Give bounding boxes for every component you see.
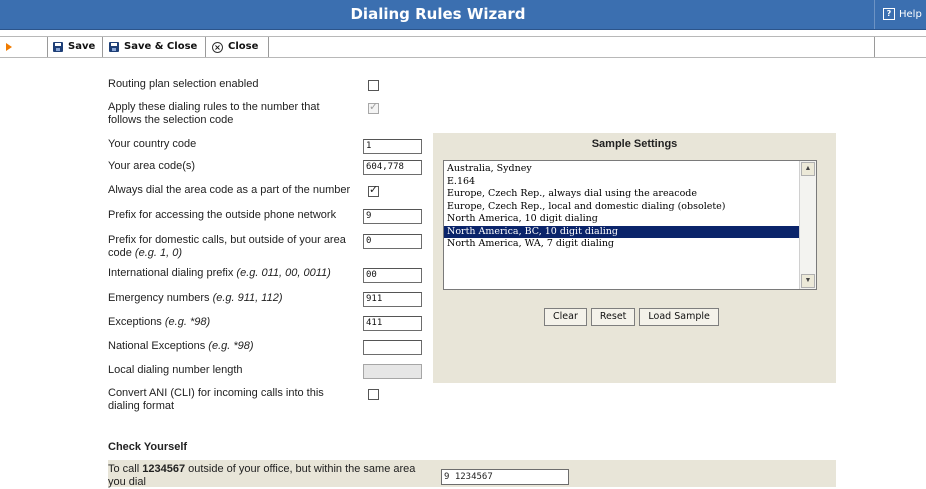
always-dial-area-checkbox[interactable]: ✓ (368, 184, 379, 197)
list-item[interactable]: North America, WA, 7 digit dialing (444, 238, 808, 251)
floppy-disk-icon (53, 42, 63, 52)
apply-rules-label: Apply these dialing rules to the number … (108, 101, 320, 126)
save-label: Save (68, 41, 96, 52)
check-yourself-row: To call 1234567 outside of your office, … (108, 460, 836, 489)
emergency-hint: (e.g. 911, 112) (212, 292, 283, 304)
national-exceptions-label: National Exceptions (e.g. *98) (108, 340, 254, 353)
sample-buttons: Clear Reset Load Sample (544, 308, 719, 326)
save-close-label: Save & Close (124, 41, 198, 52)
exceptions-hint: (e.g. *98) (164, 316, 211, 328)
sample-list[interactable]: Australia, Sydney E.164 Europe, Czech Re… (443, 160, 817, 290)
national-exceptions-hint: (e.g. *98) (208, 340, 254, 352)
check-text-prefix: To call (108, 463, 143, 475)
national-exceptions-text: National Exceptions (108, 340, 206, 352)
save-close-button[interactable]: Save & Close (103, 37, 206, 57)
list-scrollbar[interactable]: ▲ ▼ (799, 161, 816, 289)
toolbar: Save Save & Close × Close (0, 36, 926, 58)
save-button[interactable]: Save (47, 37, 103, 57)
list-item[interactable]: North America, 10 digit dialing (444, 213, 808, 226)
title-bar: Dialing Rules Wizard ? Help (0, 0, 926, 30)
always-dial-area-label: Always dial the area code as a part of t… (108, 184, 351, 196)
help-label: Help (899, 8, 922, 20)
apply-rules-checkbox[interactable]: ✓ (368, 101, 379, 114)
emergency-input[interactable]: 911 (363, 292, 422, 307)
help-link[interactable]: ? Help (883, 8, 922, 20)
sample-list-items: Australia, Sydney E.164 Europe, Czech Re… (444, 163, 808, 251)
list-item[interactable]: Europe, Czech Rep., local and domestic d… (444, 201, 808, 214)
check-description: To call 1234567 outside of your office, … (108, 463, 428, 489)
area-codes-input[interactable]: 604,778 (363, 160, 422, 175)
intl-prefix-input[interactable]: 00 (363, 268, 422, 283)
intl-prefix-text: International dialing prefix (108, 267, 234, 279)
check-mark: ✓ (369, 101, 379, 113)
domestic-prefix-hint: (e.g. 1, 0) (134, 247, 182, 259)
domestic-prefix-label: Prefix for domestic calls, but outside o… (108, 234, 358, 260)
intl-prefix-hint: (e.g. 011, 00, 0011) (236, 267, 331, 279)
domestic-prefix-input[interactable]: 0 (363, 234, 422, 249)
local-length-label: Local dialing number length (108, 364, 243, 376)
help-icon: ? (883, 8, 895, 20)
emergency-label: Emergency numbers (e.g. 911, 112) (108, 292, 282, 305)
close-icon: × (212, 41, 223, 53)
window-title: Dialing Rules Wizard (350, 5, 526, 23)
convert-ani-label: Convert ANI (CLI) for incoming calls int… (108, 387, 324, 412)
intl-prefix-label: International dialing prefix (e.g. 011, … (108, 267, 331, 280)
national-exceptions-input[interactable] (363, 340, 422, 355)
list-item[interactable]: E.164 (444, 176, 808, 189)
country-code-input[interactable]: 1 (363, 139, 422, 154)
sample-settings-panel: Sample Settings Australia, Sydney E.164 … (433, 133, 836, 383)
emergency-text: Emergency numbers (108, 292, 210, 304)
outside-prefix-input[interactable]: 9 (363, 209, 422, 224)
toolbar-separator (874, 37, 875, 57)
list-item[interactable]: Australia, Sydney (444, 163, 808, 176)
floppy-disk-icon (109, 42, 119, 52)
close-button[interactable]: × Close (206, 37, 269, 57)
toolbar-expand[interactable] (0, 37, 48, 57)
title-separator (874, 0, 875, 29)
reset-button[interactable]: Reset (590, 308, 636, 326)
convert-ani-checkbox[interactable] (368, 389, 379, 400)
outside-prefix-label: Prefix for accessing the outside phone n… (108, 209, 337, 221)
close-label: Close (228, 41, 259, 52)
check-result-field[interactable]: 9 1234567 (441, 469, 569, 485)
routing-plan-checkbox[interactable] (368, 80, 379, 91)
scroll-up-icon[interactable]: ▲ (801, 162, 815, 176)
exceptions-text: Exceptions (108, 316, 162, 328)
load-sample-button[interactable]: Load Sample (639, 308, 719, 326)
exceptions-input[interactable]: 411 (363, 316, 422, 331)
list-item-selected[interactable]: North America, BC, 10 digit dialing (444, 225, 808, 238)
check-mark: ✓ (369, 184, 379, 196)
routing-plan-label: Routing plan selection enabled (108, 78, 259, 90)
scroll-down-icon[interactable]: ▼ (801, 274, 815, 288)
local-length-input[interactable] (363, 364, 422, 379)
exceptions-label: Exceptions (e.g. *98) (108, 316, 210, 329)
check-number: 1234567 (142, 463, 186, 475)
sample-settings-title: Sample Settings (591, 138, 678, 150)
play-arrow-icon (6, 43, 12, 51)
country-code-label: Your country code (108, 138, 197, 150)
area-codes-label: Your area code(s) (108, 160, 196, 172)
clear-button[interactable]: Clear (544, 308, 587, 326)
check-yourself-heading: Check Yourself (108, 441, 188, 453)
list-item[interactable]: Europe, Czech Rep., always dial using th… (444, 188, 808, 201)
